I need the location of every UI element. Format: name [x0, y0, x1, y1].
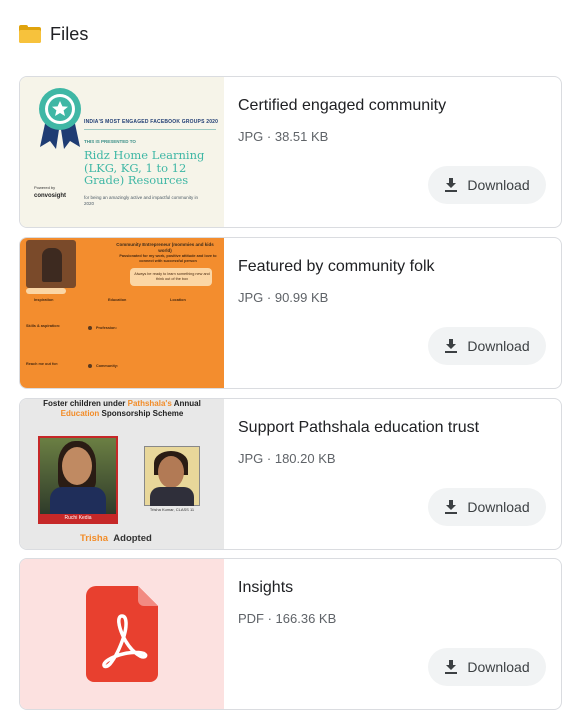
- download-icon: [445, 339, 458, 353]
- certificate-presented: THIS IS PRESENTED TO: [84, 139, 136, 144]
- download-button[interactable]: Download: [428, 488, 546, 526]
- child-name: Trisha Kumar, CLASS 11: [149, 507, 195, 512]
- certificate-heading: INDIA'S MOST ENGAGED FACEBOOK GROUPS 202…: [84, 119, 219, 125]
- file-name: Featured by community folk: [238, 258, 435, 275]
- feature-reach: Reach me out for:: [26, 362, 59, 366]
- file-thumbnail[interactable]: INDIA'S MOST ENGAGED FACEBOOK GROUPS 202…: [20, 77, 224, 227]
- section-title: Files: [50, 23, 89, 44]
- award-ribbon-icon: [39, 88, 81, 149]
- sponsor-name: Ruchi Kedia: [40, 514, 116, 523]
- sponsorship-heading: Foster children under Pathshala's Annual…: [43, 399, 201, 418]
- file-card[interactable]: Insights PDF · 166.36 KB Download: [19, 558, 562, 710]
- download-button[interactable]: Download: [428, 327, 546, 365]
- download-label: Download: [467, 499, 530, 515]
- feature-quote: Always be ready to learn something new a…: [134, 272, 210, 281]
- file-meta: JPG · 90.99 KB: [238, 290, 329, 305]
- feature-community: Community:: [96, 364, 119, 368]
- download-icon: [445, 500, 458, 514]
- download-button[interactable]: Download: [428, 648, 546, 686]
- file-card[interactable]: Foster children under Pathshala's Annual…: [19, 398, 562, 550]
- feature-tagline: Passionated for my work, positive attitu…: [119, 254, 217, 263]
- feature-profession: Profession:: [96, 326, 117, 330]
- download-icon: [445, 660, 458, 674]
- file-name: Support Pathshala education trust: [238, 419, 480, 436]
- certificate-recipient: Ridz Home Learning (LKG, KG, 1 to 12 Gra…: [84, 148, 205, 187]
- download-button[interactable]: Download: [428, 166, 546, 204]
- download-label: Download: [467, 659, 530, 675]
- file-name: Certified engaged community: [238, 97, 447, 114]
- feature-title: Community Entrepreneur (mommies and kids…: [116, 242, 214, 253]
- feature-location: Location: [170, 298, 186, 302]
- file-thumbnail[interactable]: [20, 559, 224, 709]
- files-header: Files: [19, 20, 89, 48]
- file-meta: JPG · 38.51 KB: [238, 129, 329, 144]
- pdf-file-icon: [86, 586, 158, 682]
- feature-education: Education: [108, 298, 127, 302]
- file-name: Insights: [238, 579, 294, 596]
- download-label: Download: [467, 338, 530, 354]
- file-meta: PDF · 166.36 KB: [238, 611, 337, 626]
- file-card[interactable]: Community Entrepreneur (mommies and kids…: [19, 237, 562, 389]
- file-thumbnail[interactable]: Foster children under Pathshala's Annual…: [20, 399, 224, 549]
- adopted-label: Trisha Adopted: [80, 533, 152, 544]
- feature-skills: Skills & aspiration:: [26, 324, 61, 328]
- download-label: Download: [467, 177, 530, 193]
- certificate-powered: Powered by: [34, 185, 56, 190]
- certificate-reason: for being an amazingly active and impact…: [84, 195, 199, 206]
- file-card[interactable]: INDIA'S MOST ENGAGED FACEBOOK GROUPS 202…: [19, 76, 562, 228]
- certificate-brand: convosight: [34, 193, 67, 199]
- download-icon: [445, 178, 458, 192]
- feature-inspiration: Inspiration: [34, 298, 54, 302]
- file-meta: JPG · 180.20 KB: [238, 451, 336, 466]
- file-thumbnail[interactable]: Community Entrepreneur (mommies and kids…: [20, 238, 224, 388]
- folder-icon: [19, 25, 41, 43]
